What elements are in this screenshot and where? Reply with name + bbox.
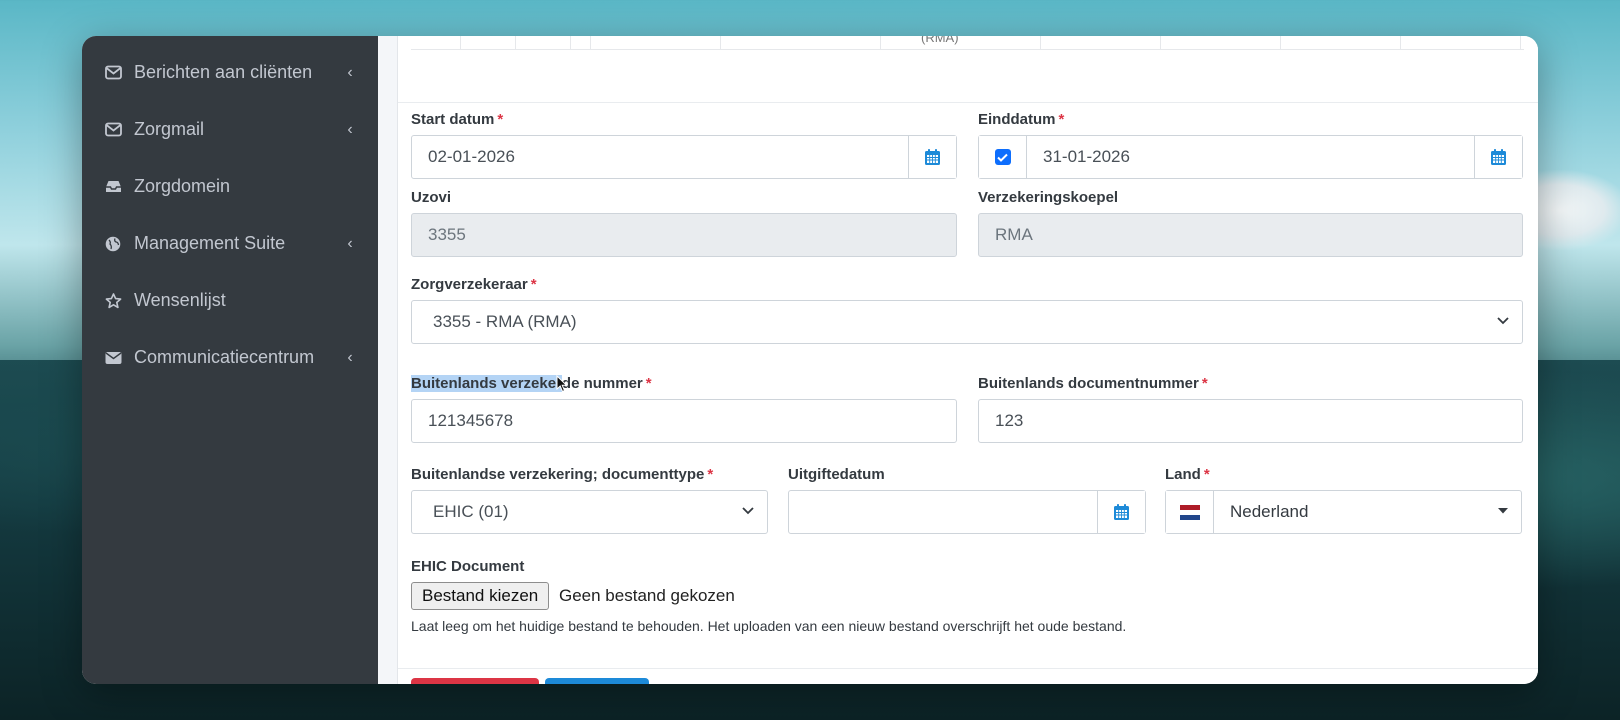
document-number-field: Buitenlands documentnummer * 123 <box>978 375 1523 445</box>
document-number-label: Buitenlands documentnummer <box>978 375 1199 392</box>
end-date-value: 31-01-2026 <box>1043 147 1130 166</box>
sidebar-item-wensenlijst[interactable]: Wensenlijst <box>82 272 378 329</box>
end-date-field: Einddatum * 31-01-2026 <box>978 111 1523 181</box>
calendar-icon <box>1114 504 1129 520</box>
ehic-document-label: EHIC Document <box>411 558 525 575</box>
issue-date-input[interactable] <box>788 490 1146 534</box>
calendar-icon <box>925 149 940 165</box>
calendar-button[interactable] <box>908 136 956 178</box>
sidebar-item-label: Zorgmail <box>134 119 205 139</box>
insured-number-field: Buitenlands verzekerde nummer * 121345678 <box>411 375 957 445</box>
uzovi-input: 3355 <box>411 213 957 257</box>
chevron-left-icon: ‹ <box>347 63 353 81</box>
sidebar-item-zorgdomein[interactable]: Zorgdomein <box>82 158 378 215</box>
country-label: Land <box>1165 466 1201 483</box>
netherlands-flag-icon <box>1179 504 1200 520</box>
envelope-icon <box>104 121 122 139</box>
koepel-input: RMA <box>978 213 1523 257</box>
inbox-icon <box>104 178 122 196</box>
choose-file-button[interactable]: Bestand kiezen <box>411 582 550 610</box>
end-date-checkbox-addon <box>979 136 1027 178</box>
zorgverzekeraar-value: 3355 - RMA (RMA) <box>433 312 577 331</box>
chevron-down-icon <box>1497 317 1509 325</box>
chevron-left-icon: ‹ <box>347 234 353 252</box>
insured-number-input[interactable]: 121345678 <box>411 399 957 443</box>
chevron-left-icon: ‹ <box>347 120 353 138</box>
required-mark: * <box>707 466 714 483</box>
chevron-left-icon: ‹ <box>347 348 353 366</box>
ehic-document-field: EHIC Document Bestand kiezen Geen bestan… <box>411 558 1311 648</box>
sidebar-item-zorgmail[interactable]: Zorgmail ‹ <box>82 101 378 158</box>
uzovi-field: Uzovi 3355 <box>411 189 957 259</box>
zorgverzekeraar-label: Zorgverzekeraar <box>411 276 528 293</box>
end-date-input[interactable]: 31-01-2026 <box>978 135 1523 179</box>
required-mark: * <box>645 375 652 392</box>
document-number-input[interactable]: 123 <box>978 399 1523 443</box>
required-mark: * <box>1203 466 1210 483</box>
uzovi-value: 3355 <box>428 225 466 244</box>
app-window: Berichten aan cliënten ‹ Zorgmail ‹ Zorg… <box>82 36 1538 684</box>
insured-number-label-selected: Buitenlands verzeker <box>411 375 562 392</box>
content-gutter <box>378 36 398 684</box>
zorgverzekeraar-field: Zorgverzekeraar * 3355 - RMA (RMA) <box>411 276 1523 346</box>
calendar-button[interactable] <box>1097 491 1145 533</box>
issue-date-label: Uitgiftedatum <box>788 466 885 483</box>
country-value: Nederland <box>1230 502 1309 521</box>
sidebar-item-communicatiecentrum[interactable]: Communicatiecentrum ‹ <box>82 329 378 386</box>
form-content: (RMA) Start datum * 02-01-2026 Einddatum * <box>398 36 1538 684</box>
issue-date-field: Uitgiftedatum <box>788 466 1146 536</box>
country-flag-addon <box>1166 491 1214 533</box>
table-fragment: (RMA) <box>411 36 1524 50</box>
koepel-value: RMA <box>995 225 1033 244</box>
file-status-text: Geen bestand gekozen <box>559 586 735 605</box>
document-number-value: 123 <box>995 411 1024 430</box>
sidebar-item-label: Wensenlijst <box>134 290 226 310</box>
sidebar-item-label: Communicatiecentrum <box>134 347 315 367</box>
country-select[interactable]: Nederland <box>1165 490 1522 534</box>
sidebar-item-management-suite[interactable]: Management Suite ‹ <box>82 215 378 272</box>
start-date-value: 02-01-2026 <box>428 147 515 166</box>
start-date-field: Start datum * 02-01-2026 <box>411 111 957 181</box>
calendar-icon <box>1491 149 1506 165</box>
end-date-checkbox[interactable] <box>994 149 1011 165</box>
sidebar-item-label: Zorgdomein <box>134 176 231 196</box>
uzovi-label: Uzovi <box>411 189 452 206</box>
delete-button[interactable] <box>411 678 539 684</box>
required-mark: * <box>1058 111 1065 128</box>
document-type-field: Buitenlandse verzekering; documenttype * … <box>411 466 768 536</box>
zorgverzekeraar-select[interactable]: 3355 - RMA (RMA) <box>411 300 1523 344</box>
end-date-label: Einddatum <box>978 111 1056 128</box>
section-divider <box>398 102 1538 103</box>
document-type-value: EHIC (01) <box>433 502 509 521</box>
koepel-label: Verzekeringskoepel <box>978 189 1119 206</box>
caret-down-icon <box>1498 508 1508 514</box>
table-fragment-text: (RMA) <box>921 36 959 45</box>
required-mark: * <box>1201 375 1208 392</box>
envelope-solid-icon <box>104 349 122 367</box>
check-icon <box>997 153 1008 162</box>
sidebar-item-label: Berichten aan cliënten <box>134 62 313 82</box>
document-type-label: Buitenlandse verzekering; documenttype <box>411 466 705 483</box>
insured-number-label-rest: de nummer <box>561 375 643 392</box>
save-button[interactable] <box>545 678 649 684</box>
star-icon <box>104 292 122 310</box>
file-help-text: Laat leeg om het huidige bestand te beho… <box>411 618 1127 634</box>
chevron-down-icon <box>742 507 754 515</box>
start-date-label: Start datum <box>411 111 495 128</box>
calendar-button[interactable] <box>1474 136 1522 178</box>
document-type-select[interactable]: EHIC (01) <box>411 490 768 534</box>
koepel-field: Verzekeringskoepel RMA <box>978 189 1523 259</box>
globe-icon <box>104 235 122 253</box>
start-date-input[interactable]: 02-01-2026 <box>411 135 957 179</box>
envelope-icon <box>104 64 122 82</box>
sidebar: Berichten aan cliënten ‹ Zorgmail ‹ Zorg… <box>82 36 378 684</box>
required-mark: * <box>530 276 537 293</box>
sidebar-item-label: Management Suite <box>134 233 286 253</box>
mouse-cursor-icon <box>556 375 568 393</box>
footer-divider <box>398 668 1538 669</box>
sidebar-item-berichten[interactable]: Berichten aan cliënten ‹ <box>82 44 378 101</box>
required-mark: * <box>497 111 504 128</box>
insured-number-value: 121345678 <box>428 411 514 430</box>
country-field: Land * Nederland <box>1165 466 1522 536</box>
